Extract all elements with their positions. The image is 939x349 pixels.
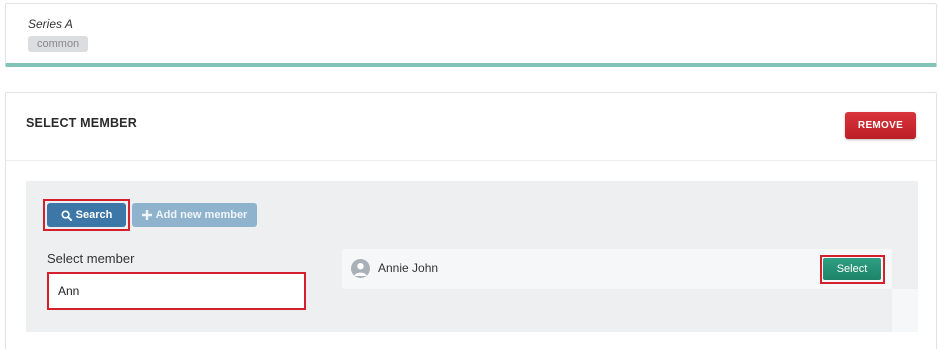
section-title: SELECT MEMBER (26, 116, 137, 130)
series-card: Series A common (5, 3, 937, 67)
page: Series A common SELECT MEMBER REMOVE Sea… (0, 0, 939, 349)
member-search-panel: Search Add new member Select member Ann … (26, 181, 918, 332)
member-search-input[interactable] (47, 272, 306, 310)
plus-icon (141, 210, 152, 220)
select-member-header: SELECT MEMBER REMOVE (6, 93, 936, 161)
user-avatar-icon (351, 259, 370, 278)
series-title: Series A (28, 17, 73, 31)
add-new-member-label: Add new member (155, 209, 248, 221)
select-member-label: Select member (47, 251, 135, 266)
results-list-background (892, 289, 918, 332)
series-tag: common (28, 36, 89, 52)
add-new-member-button[interactable]: Add new member (132, 203, 257, 227)
select-highlight-frame (820, 255, 885, 284)
select-member-card: SELECT MEMBER REMOVE Search Add new memb… (5, 92, 937, 349)
remove-button[interactable]: REMOVE (845, 112, 916, 139)
member-result-row: Annie John Select (342, 249, 892, 289)
search-highlight-frame (43, 199, 130, 231)
member-result-name: Annie John (378, 261, 439, 275)
